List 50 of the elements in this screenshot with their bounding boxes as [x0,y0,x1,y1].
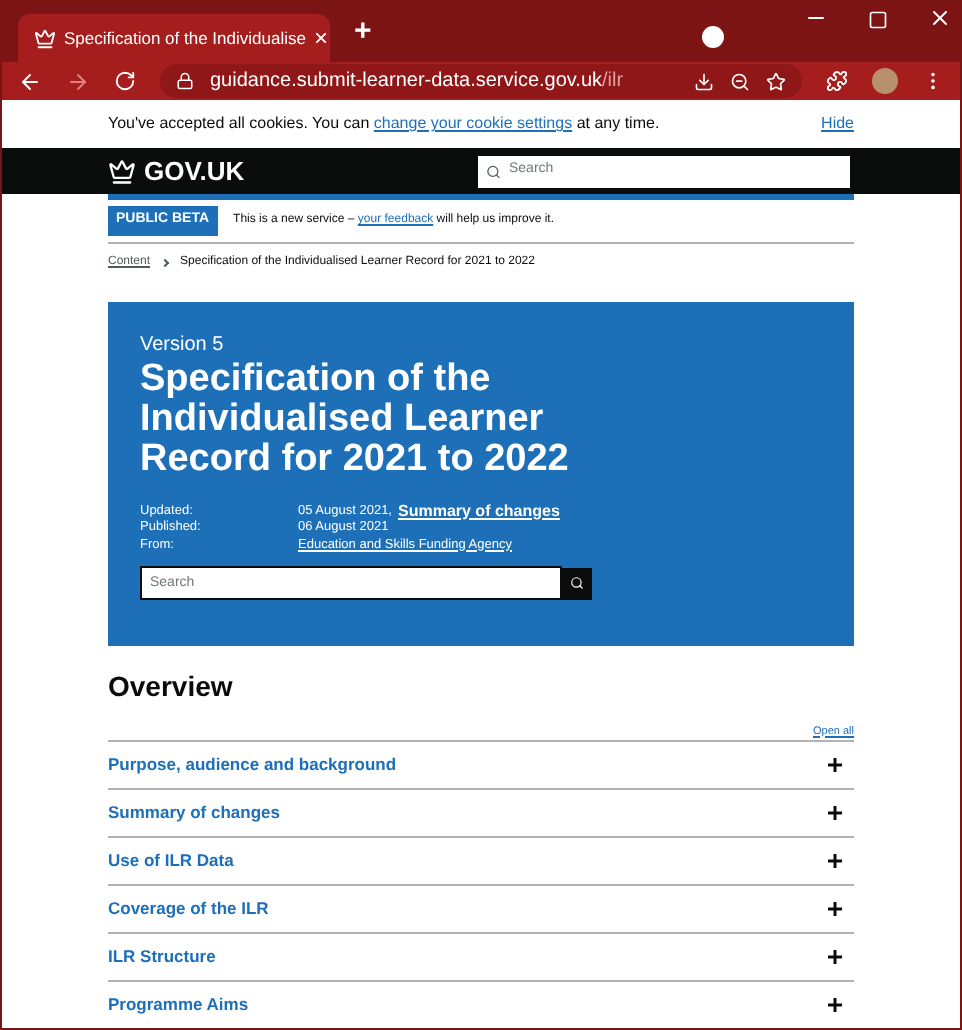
hero-title: Specification of the Individualised Learner Record for 2021 to 2022 [140,359,571,479]
new-tab-button[interactable]: + [354,9,372,54]
accordion-title: Programme Aims [108,991,251,1018]
accordion-section[interactable]: Summary of changes [108,789,854,838]
accordion-title: Coverage of the ILR [108,895,271,922]
accordion-title: Summary of changes [108,799,282,826]
address-bar[interactable]: guidance.submit-learner-data.service.gov.uk/ilr [160,64,802,98]
forward-icon[interactable] [66,69,90,93]
close-icon[interactable] [928,6,952,30]
reload-icon[interactable] [114,70,136,92]
breadcrumb-separator [160,257,170,267]
zoom-icon[interactable] [730,71,750,91]
accordion-section[interactable]: Programme Aims [108,981,854,1028]
accordion-section[interactable]: Coverage of the ILR [108,885,854,934]
bookmark-star-icon[interactable] [766,71,786,91]
plus-icon [828,901,842,916]
accordion-section[interactable]: Purpose, audience and background [108,741,854,790]
metadata-link[interactable]: Summary of changes [398,503,560,520]
lock-icon [176,72,194,90]
plus-icon [828,757,842,772]
plus-icon [828,805,842,820]
tab-title: Specification of the Individualise [64,25,306,51]
accordion-section[interactable]: Use of ILR Data [108,837,854,886]
search-button[interactable] [562,567,592,599]
accordion-section[interactable]: ILR Structure [108,933,854,982]
search-icon [486,163,501,179]
hero-caption: Version 5 [140,331,226,359]
cookie-message: You've accepted all cookies. You can change your cookie settings at any time. [108,112,660,136]
avatar-icon[interactable] [872,68,898,94]
install-icon[interactable] [694,71,714,91]
favicon-icon [34,27,56,49]
overview-heading: Overview [108,667,235,705]
search-icon [570,576,584,590]
url-path: /ilr [602,68,624,96]
accordion-title: Use of ILR Data [108,847,236,874]
plus-icon [828,997,842,1012]
plus-icon [828,949,842,964]
extensions-icon[interactable] [826,70,848,92]
plus-icon [828,853,842,868]
back-icon[interactable] [18,69,42,93]
accordion-title: Purpose, audience and background [108,751,399,778]
tab-close[interactable]: × [313,20,328,56]
maximize-icon[interactable] [868,10,888,30]
hide-link[interactable]: Hide [821,112,854,136]
crown-icon [108,157,136,185]
browser-tab[interactable]: Specification of the Individualise × [18,14,330,62]
govuk-logo[interactable]: GOV.UK [144,151,245,191]
accordion-title: ILR Structure [108,943,218,970]
cookie-settings-link[interactable]: change your cookie settings [373,114,573,132]
url-host: guidance.submit-learner-data.service.gov.uk [210,68,603,96]
